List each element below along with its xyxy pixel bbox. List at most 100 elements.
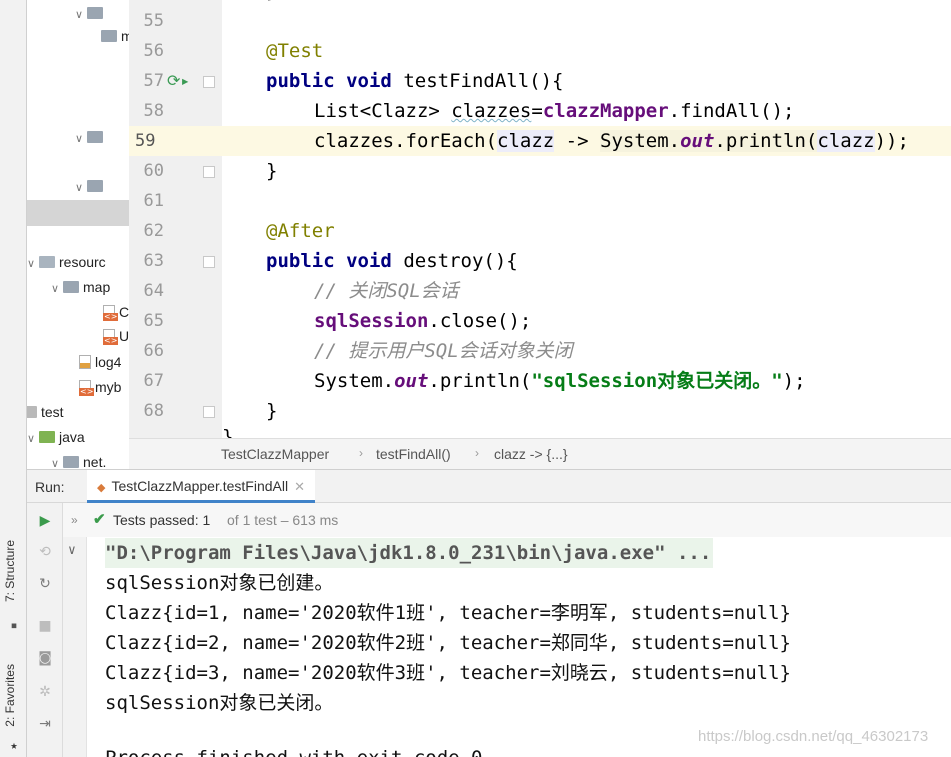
chevron-down-icon[interactable]: ∨	[51, 453, 63, 468]
project-tree: ∨ map ∨ ∨ ∨resourc ∨map C U log4 myb tes…	[27, 0, 129, 468]
line-number: 65	[143, 311, 164, 331]
breadcrumb-class[interactable]: TestClazzMapper	[221, 446, 329, 462]
structure-tab[interactable]: 7: Structure	[3, 540, 23, 602]
editor-gutter: 55 56 57 58 59 60 61 62 63 64 65 66 67 6…	[129, 0, 240, 438]
import-icon[interactable]: ⇥	[36, 715, 54, 733]
breadcrumb-separator-icon: ›	[359, 446, 363, 460]
tree-row-test[interactable]: test	[27, 401, 64, 423]
chevron-down-icon[interactable]: ∨	[27, 428, 39, 450]
chevron-down-icon[interactable]: ∨	[68, 543, 76, 558]
code-line: }	[222, 0, 951, 6]
camera-icon[interactable]: ◙	[36, 649, 54, 667]
console-line: Clazz{id=1, name='2020软件1班', teacher=李明军…	[105, 602, 791, 624]
line-number: 68	[143, 401, 164, 421]
run-label: Run:	[35, 479, 65, 495]
package-folder-icon	[63, 456, 79, 468]
code-line-65: sqlSession.close();	[314, 310, 532, 332]
console-line: sqlSession对象已创建。	[105, 572, 334, 594]
tree-row-folder-3[interactable]: ∨	[75, 175, 107, 197]
chevron-down-icon[interactable]: ∨	[75, 4, 87, 26]
tests-passed-label: Tests passed: 1	[113, 512, 211, 528]
tree-row-resources[interactable]: ∨ resourc	[27, 251, 106, 273]
favorites-tab[interactable]: 2: Favorites	[3, 664, 23, 727]
tree-row-net[interactable]: ∨ net.	[51, 451, 106, 468]
chevron-down-icon[interactable]: ∨	[51, 278, 63, 300]
line-number: 60	[143, 161, 164, 181]
code-line-56: @Test	[266, 40, 324, 62]
breadcrumb-method[interactable]: testFindAll()	[376, 446, 451, 462]
line-number: 57	[143, 71, 164, 91]
line-number: 67	[143, 371, 164, 391]
tree-row-folder-1[interactable]: ∨	[75, 2, 107, 24]
run-window-header: Run: ◆ TestClazzMapper.testFindAll ✕	[27, 469, 951, 503]
run-toolbar: ▶ ⟲ ↻ ■ ◙ ✲ ⇥	[27, 503, 63, 757]
console-line-command: "D:\Program Files\Java\jdk1.8.0_231\bin\…	[105, 538, 714, 568]
left-tool-strip: 7: Structure ▪ 2: Favorites ★	[0, 0, 27, 757]
test-source-folder-icon	[39, 431, 55, 443]
package-folder-icon	[87, 7, 103, 19]
console-line: Clazz{id=2, name='2020软件2班', teacher=郑同华…	[105, 632, 791, 654]
line-number: 66	[143, 341, 164, 361]
fold-marker-icon[interactable]	[203, 256, 215, 268]
fold-marker-icon[interactable]	[203, 166, 215, 178]
tree-row-log4j[interactable]: log4	[79, 351, 121, 373]
console-gutter: ∨	[63, 537, 87, 757]
double-chevron-icon[interactable]: »	[71, 503, 78, 537]
run-config-tab[interactable]: ◆ TestClazzMapper.testFindAll ✕	[87, 470, 316, 503]
settings-icon[interactable]: ✲	[36, 683, 54, 701]
code-line-64: // 关闭SQL会话	[314, 280, 459, 302]
properties-file-icon	[79, 355, 91, 369]
check-icon: ✔	[93, 511, 106, 528]
code-editor[interactable]: } @Test public void testFindAll(){ List<…	[222, 0, 951, 438]
console-line: Clazz{id=3, name='2020软件3班', teacher=刘晓云…	[105, 662, 791, 684]
test-run-icon: ◆	[97, 482, 106, 494]
tree-row-java[interactable]: ∨ java	[27, 426, 85, 448]
line-number: 64	[143, 281, 164, 301]
run-tab-title: TestClazzMapper.testFindAll	[111, 478, 289, 494]
folder-icon	[63, 281, 79, 293]
run-test-icon[interactable]: ⟳▸	[167, 71, 190, 90]
rerun-failed-icon[interactable]: ⟲	[36, 543, 54, 561]
chevron-down-icon[interactable]: ∨	[27, 253, 39, 275]
package-folder-icon	[101, 30, 117, 42]
tree-selected-row[interactable]	[27, 200, 129, 226]
package-folder-icon	[87, 131, 103, 143]
xml-file-icon	[79, 380, 95, 396]
code-line-62: @After	[266, 220, 335, 242]
fold-marker-icon[interactable]	[203, 76, 215, 88]
tree-row-xml-2[interactable]: U	[103, 325, 129, 347]
code-line-66: // 提示用户SQL会话对象关闭	[314, 340, 573, 362]
rerun-icon[interactable]: ▶	[36, 512, 54, 530]
chevron-down-icon[interactable]: ∨	[75, 177, 87, 199]
tree-row-mapper[interactable]: ∨ map	[51, 276, 110, 298]
tree-row-xml-1[interactable]: C	[103, 301, 129, 323]
breadcrumb-lambda[interactable]: clazz -> {...}	[494, 446, 568, 462]
line-number: 55	[143, 11, 164, 31]
line-number-current: 59	[129, 126, 222, 156]
close-icon[interactable]: ✕	[294, 479, 305, 494]
tests-detail: of 1 test – 613 ms	[227, 512, 339, 528]
star-icon: ★	[10, 738, 18, 752]
tree-row-mapper-pkg[interactable]: map	[101, 25, 129, 47]
tree-row-mybatis[interactable]: myb	[79, 376, 121, 398]
code-line-59: clazzes.forEach(clazz -> System.out.prin…	[222, 126, 951, 156]
toggle-auto-test-icon[interactable]: ↻	[36, 575, 54, 593]
structure-icon: ▪	[10, 618, 18, 632]
code-line-63: public void destroy(){	[266, 250, 518, 272]
line-number: 56	[143, 41, 164, 61]
xml-file-icon	[103, 329, 119, 345]
stop-icon[interactable]: ■	[36, 617, 54, 635]
console-line-partial: Process finished with exit code 0	[105, 743, 483, 757]
folder-icon	[27, 406, 37, 418]
line-number: 63	[143, 251, 164, 271]
code-line-60: }	[266, 160, 278, 182]
resources-folder-icon	[39, 256, 55, 268]
code-line-58: List<Clazz> clazzes=clazzMapper.findAll(…	[314, 100, 795, 122]
chevron-down-icon[interactable]: ∨	[75, 128, 87, 150]
tree-row-folder-2[interactable]: ∨	[75, 126, 107, 148]
xml-file-icon	[103, 305, 119, 321]
package-folder-icon	[87, 180, 103, 192]
console-output[interactable]: ∨ "D:\Program Files\Java\jdk1.8.0_231\bi…	[63, 537, 951, 757]
line-number: 58	[143, 101, 164, 121]
fold-marker-icon[interactable]	[203, 406, 215, 418]
